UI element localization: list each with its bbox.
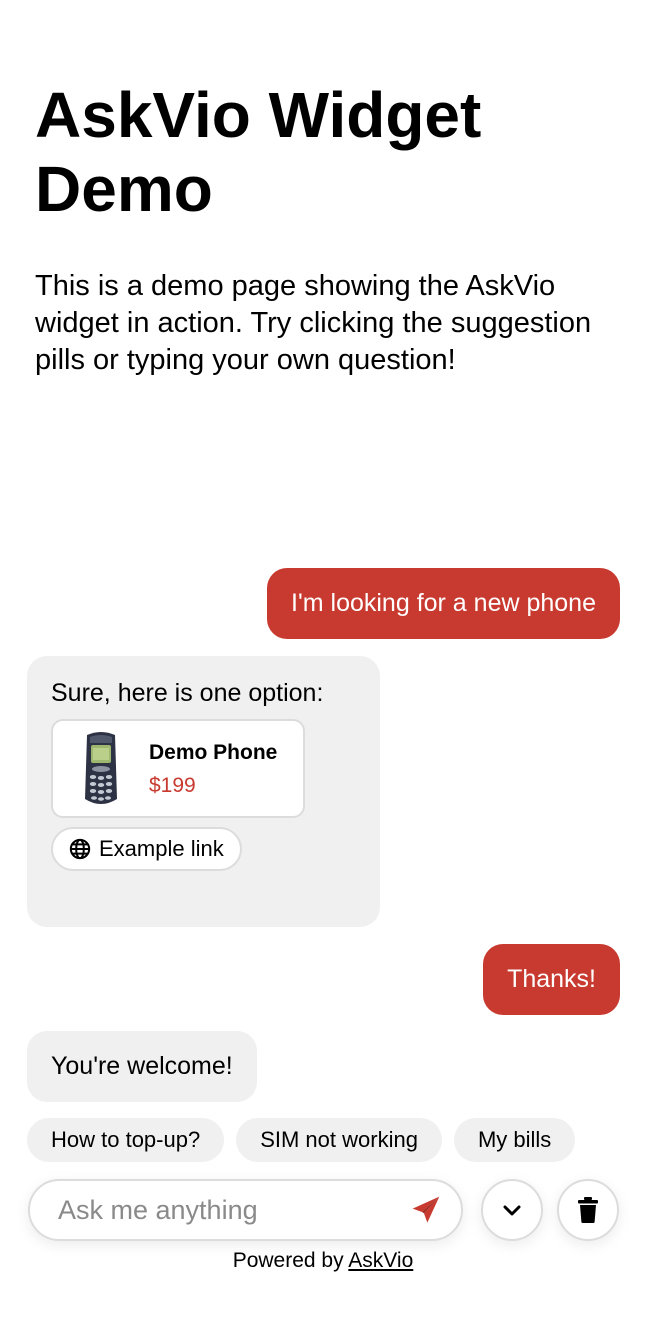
assistant-message: Sure, here is one option: Demo Phone $19… — [27, 656, 380, 927]
askvio-link[interactable]: AskVio — [348, 1249, 413, 1272]
chevron-down-icon — [503, 1205, 521, 1216]
user-message: I'm looking for a new phone — [267, 568, 620, 639]
suggestion-pills: How to top-up? SIM not working My bills — [27, 1118, 627, 1162]
suggestion-pill-top-up[interactable]: How to top-up? — [27, 1118, 225, 1162]
page-title: AskVio Widget Demo — [35, 79, 482, 225]
collapse-button[interactable] — [481, 1179, 543, 1241]
product-card[interactable]: Demo Phone $199 — [51, 719, 305, 818]
chat-input[interactable] — [56, 1181, 386, 1239]
clear-chat-button[interactable] — [557, 1179, 619, 1241]
powered-by-footer: Powered by AskVio — [0, 1249, 646, 1273]
example-link-button[interactable]: Example link — [51, 827, 242, 871]
user-message: Thanks! — [483, 944, 620, 1015]
globe-icon — [69, 838, 91, 860]
send-icon[interactable] — [409, 1194, 443, 1226]
suggestion-pill-bills[interactable]: My bills — [453, 1118, 576, 1162]
suggestion-pill-sim[interactable]: SIM not working — [236, 1118, 442, 1162]
assistant-message-text: Sure, here is one option: — [51, 679, 324, 707]
chat-input-box — [28, 1179, 463, 1241]
feature-phone-image — [85, 732, 117, 804]
trash-icon — [578, 1197, 598, 1223]
page-intro: This is a demo page showing the AskVio w… — [35, 270, 592, 376]
example-link-label: Example link — [99, 836, 224, 861]
powered-by-text: Powered by — [232, 1249, 344, 1272]
assistant-message: You're welcome! — [27, 1031, 257, 1102]
product-name: Demo Phone — [149, 741, 278, 764]
product-price: $199 — [149, 774, 196, 797]
